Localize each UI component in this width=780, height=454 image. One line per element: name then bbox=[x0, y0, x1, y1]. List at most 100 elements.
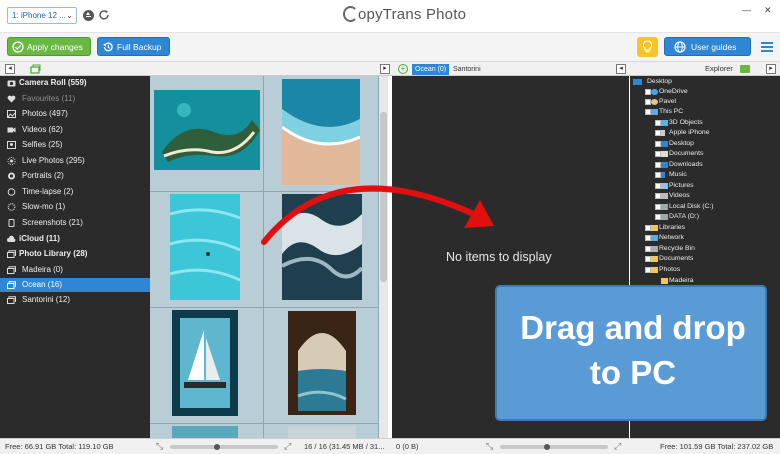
album-thumb-size-slider[interactable] bbox=[500, 444, 608, 450]
slider-knob[interactable] bbox=[214, 444, 220, 450]
apply-changes-button[interactable]: Apply changes bbox=[7, 37, 91, 56]
sidebar-item-portraits[interactable]: Portraits (2) bbox=[0, 169, 150, 183]
tab-ocean[interactable]: Ocean (0) bbox=[412, 64, 450, 75]
callout-line-2: to PC bbox=[589, 354, 677, 391]
download-icon bbox=[661, 162, 668, 168]
tips-button[interactable] bbox=[637, 37, 658, 57]
tree-item-desktop[interactable]: Desktop bbox=[633, 77, 672, 87]
tree-item-music[interactable]: Music bbox=[655, 170, 687, 180]
callout-line-1: Drag and drop bbox=[520, 309, 746, 346]
panel-header-strip: ◂ ▸ + Ocean (0) Santorini ◂ Explorer ▸ bbox=[0, 62, 780, 76]
collapse-middle-left-icon[interactable]: ▸ bbox=[380, 64, 390, 74]
zoom-in-icon[interactable]: ⤢ bbox=[284, 442, 293, 451]
refresh-icon[interactable] bbox=[98, 9, 110, 21]
zoom-out-icon[interactable]: ⤡ bbox=[156, 442, 165, 451]
zoom-out-icon[interactable]: ⤡ bbox=[486, 442, 495, 451]
sidebar-item-slow-mo[interactable]: Slow-mo (1) bbox=[0, 200, 150, 214]
time-lapse-icon bbox=[7, 188, 16, 196]
menu-icon[interactable] bbox=[761, 42, 773, 52]
device-storage-status: Free: 66.91 GB Total: 119.10 GB bbox=[5, 442, 114, 451]
tree-item-3d-objects[interactable]: 3D Objects bbox=[655, 118, 703, 128]
sidebar-item-time-lapse[interactable]: Time-lapse (2) bbox=[0, 185, 150, 199]
tree-item-label: Documents bbox=[659, 255, 694, 262]
tree-item-apple-iphone[interactable]: Apple iPhone bbox=[655, 128, 709, 138]
photo-cave-sea bbox=[288, 311, 356, 415]
collapse-middle-right-icon[interactable]: ◂ bbox=[616, 64, 626, 74]
tree-item-this-pc[interactable]: This PC bbox=[645, 107, 684, 117]
photo-thumb[interactable] bbox=[150, 308, 264, 424]
collapse-left-panel-icon[interactable]: ◂ bbox=[5, 64, 15, 74]
tree-item-desktop-2[interactable]: Desktop bbox=[655, 139, 694, 149]
photo-thumb[interactable] bbox=[150, 76, 264, 192]
user-guides-button[interactable]: User guides bbox=[664, 37, 751, 56]
sidebar-item-photo-library[interactable]: Photo Library (28) bbox=[0, 247, 150, 261]
sidebar-item-label: Ocean (16) bbox=[22, 280, 63, 289]
tree-item-documents-2[interactable]: Documents bbox=[645, 254, 694, 264]
minimize-button[interactable]: — bbox=[742, 5, 751, 15]
sidebar-item-favourites[interactable]: Favourites (11) bbox=[0, 92, 150, 106]
sidebar-item-label: Portraits (2) bbox=[22, 171, 64, 180]
photo-thumb[interactable] bbox=[264, 424, 379, 438]
folder-icon bbox=[651, 225, 658, 231]
sidebar-item-videos[interactable]: Videos (62) bbox=[0, 123, 150, 137]
music-icon bbox=[661, 172, 665, 178]
sidebar-item-santorini[interactable]: Santorini (12) bbox=[0, 293, 150, 307]
globe-icon bbox=[674, 41, 686, 53]
sidebar-item-madeira[interactable]: Madeira (0) bbox=[0, 263, 150, 277]
tree-item-videos[interactable]: Videos bbox=[655, 191, 690, 201]
album-sidebar: Camera Roll (559) Favourites (11) Photos… bbox=[0, 76, 150, 438]
photo-thumb[interactable] bbox=[264, 308, 379, 424]
eject-icon[interactable] bbox=[83, 10, 94, 21]
tree-item-label: This PC bbox=[659, 108, 684, 115]
tree-item-label: Videos bbox=[669, 192, 690, 199]
sidebar-item-label: Photo Library (28) bbox=[19, 249, 88, 258]
sidebar-item-label: Favourites (11) bbox=[22, 94, 76, 103]
videos-icon bbox=[661, 193, 668, 199]
sidebar-item-icloud[interactable]: iCloud (11) bbox=[0, 232, 150, 246]
sidebar-item-screenshots[interactable]: Screenshots (21) bbox=[0, 216, 150, 230]
zoom-in-icon[interactable]: ⤢ bbox=[614, 442, 623, 451]
tree-item-label: Desktop bbox=[669, 140, 694, 147]
full-backup-button[interactable]: Full Backup bbox=[97, 37, 170, 56]
tree-item-onedrive[interactable]: OneDrive bbox=[645, 87, 688, 97]
photo-thumb[interactable] bbox=[150, 192, 264, 308]
phone-icon bbox=[661, 130, 665, 136]
photo-partial bbox=[172, 426, 238, 438]
sidebar-item-label: Videos (62) bbox=[22, 125, 63, 134]
live-photo-icon bbox=[7, 157, 16, 165]
tree-item-libraries[interactable]: Libraries bbox=[645, 223, 685, 233]
collapse-right-panel-icon[interactable]: ▸ bbox=[766, 64, 776, 74]
tree-item-documents[interactable]: Documents bbox=[655, 149, 703, 159]
explorer-label: Explorer bbox=[705, 64, 733, 73]
new-album-icon[interactable] bbox=[30, 64, 41, 74]
tree-item-label: Pavel bbox=[659, 98, 677, 105]
full-backup-label: Full Backup bbox=[117, 42, 162, 52]
thumb-size-slider[interactable] bbox=[170, 444, 278, 450]
tree-item-recycle-bin[interactable]: Recycle Bin bbox=[645, 244, 695, 254]
photo-thumb[interactable] bbox=[150, 424, 264, 438]
tree-item-photos[interactable]: Photos bbox=[645, 265, 680, 275]
sidebar-item-label: Photos (497) bbox=[22, 109, 68, 118]
tree-item-pavel[interactable]: Pavel bbox=[645, 97, 677, 107]
folder-icon[interactable] bbox=[740, 65, 750, 73]
tree-item-downloads[interactable]: Downloads bbox=[655, 160, 703, 170]
sidebar-item-live-photos[interactable]: Live Photos (295) bbox=[0, 154, 150, 168]
chevron-down-icon: ⌄ bbox=[66, 11, 73, 20]
tree-item-data-d[interactable]: DATA (D:) bbox=[655, 212, 699, 222]
add-album-icon[interactable]: + bbox=[398, 64, 408, 74]
tree-item-local-disk-c[interactable]: Local Disk (C:) bbox=[655, 202, 714, 212]
tab-santorini[interactable]: Santorini bbox=[453, 64, 481, 75]
tree-item-network[interactable]: Network bbox=[645, 233, 684, 243]
sidebar-item-selfies[interactable]: Selfies (25) bbox=[0, 138, 150, 152]
recycle-bin-icon bbox=[651, 246, 658, 252]
pictures-icon bbox=[661, 183, 668, 189]
sidebar-item-camera-roll[interactable]: Camera Roll (559) bbox=[0, 76, 150, 90]
device-select[interactable]: 1: iPhone 12 ... ⌄ bbox=[7, 7, 77, 24]
sidebar-item-label: Selfies (25) bbox=[22, 140, 63, 149]
tree-item-pictures[interactable]: Pictures bbox=[655, 181, 694, 191]
sidebar-item-label: Slow-mo (1) bbox=[22, 202, 66, 211]
sidebar-item-photos[interactable]: Photos (497) bbox=[0, 107, 150, 121]
close-button[interactable]: ✕ bbox=[764, 5, 772, 16]
sidebar-item-ocean[interactable]: Ocean (16) bbox=[0, 278, 150, 292]
slider-knob[interactable] bbox=[544, 444, 550, 450]
